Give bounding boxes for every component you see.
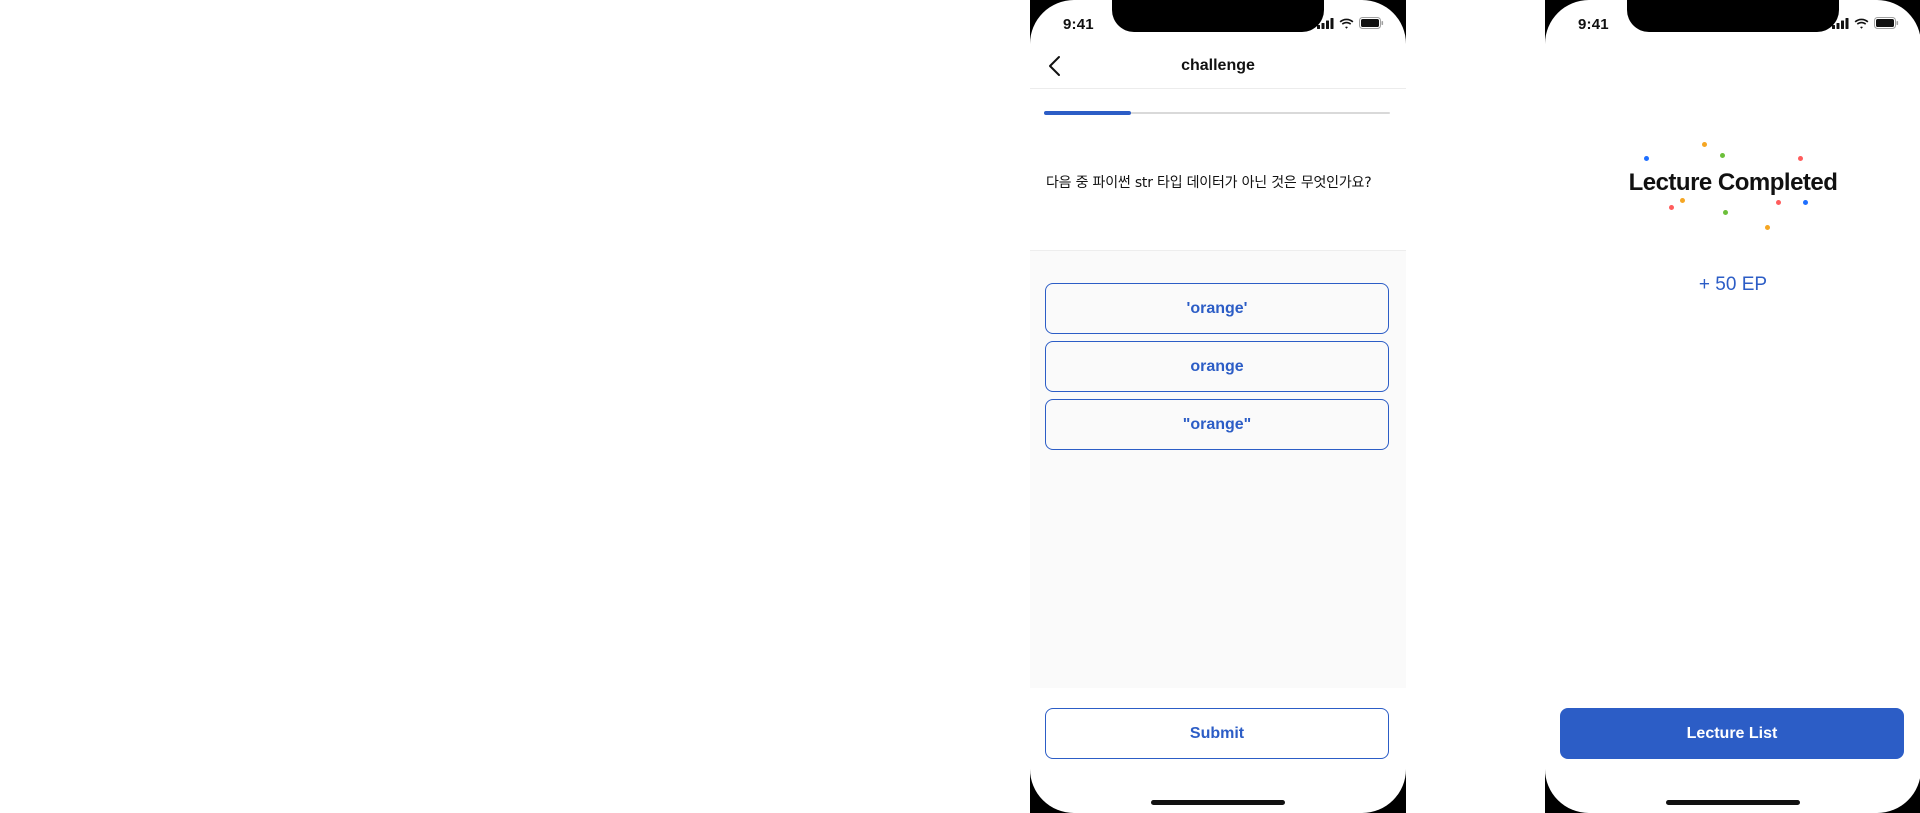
phone-completed: 9:41 Lecture Completed + 50 EP Lecture L… <box>1545 0 1920 813</box>
back-button[interactable] <box>1044 54 1068 78</box>
options-area: 'orange' orange "orange" <box>1030 250 1406 688</box>
confetti-dot <box>1669 205 1674 210</box>
confetti-dot <box>1680 198 1685 203</box>
status-time: 9:41 <box>1063 16 1094 33</box>
answer-option-1[interactable]: 'orange' <box>1045 283 1389 334</box>
status-icons <box>1317 17 1384 29</box>
confetti-dot <box>1776 200 1781 205</box>
confetti-dot <box>1803 200 1808 205</box>
notch <box>1112 0 1324 32</box>
chevron-left-icon <box>1049 56 1060 76</box>
home-indicator <box>1666 800 1800 805</box>
home-indicator <box>1151 800 1285 805</box>
question-text: 다음 중 파이썬 str 타입 데이터가 아닌 것은 무엇인가요? <box>1046 175 1372 191</box>
lecture-list-button[interactable]: Lecture List <box>1560 708 1904 759</box>
nav-bar: challenge <box>1030 44 1406 89</box>
confetti-dot <box>1765 225 1770 230</box>
page-title: challenge <box>1181 57 1255 74</box>
battery-icon <box>1874 17 1899 29</box>
progress-fill <box>1044 111 1131 115</box>
battery-icon <box>1359 17 1384 29</box>
notch <box>1627 0 1839 32</box>
wifi-icon <box>1854 18 1869 29</box>
wifi-icon <box>1339 18 1354 29</box>
status-time: 9:41 <box>1578 16 1609 33</box>
ep-reward-text: + 50 EP <box>1698 274 1768 295</box>
confetti-dot <box>1723 210 1728 215</box>
confetti-dot <box>1644 156 1649 161</box>
phone-challenge: 9:41 challenge 다음 중 파이썬 str 타입 데이터가 아닌 것… <box>1030 0 1406 813</box>
confetti-dot <box>1798 156 1803 161</box>
confetti-dot <box>1702 142 1707 147</box>
answer-option-3[interactable]: "orange" <box>1045 399 1389 450</box>
confetti-dot <box>1720 153 1725 158</box>
submit-button[interactable]: Submit <box>1045 708 1389 759</box>
progress-bar <box>1044 111 1390 115</box>
status-icons <box>1832 17 1899 29</box>
challenge-screen: 9:41 challenge 다음 중 파이썬 str 타입 데이터가 아닌 것… <box>1030 0 1406 813</box>
completion-title: Lecture Completed <box>1628 169 1838 196</box>
answer-option-2[interactable]: orange <box>1045 341 1389 392</box>
completed-screen: 9:41 Lecture Completed + 50 EP Lecture L… <box>1545 0 1920 813</box>
